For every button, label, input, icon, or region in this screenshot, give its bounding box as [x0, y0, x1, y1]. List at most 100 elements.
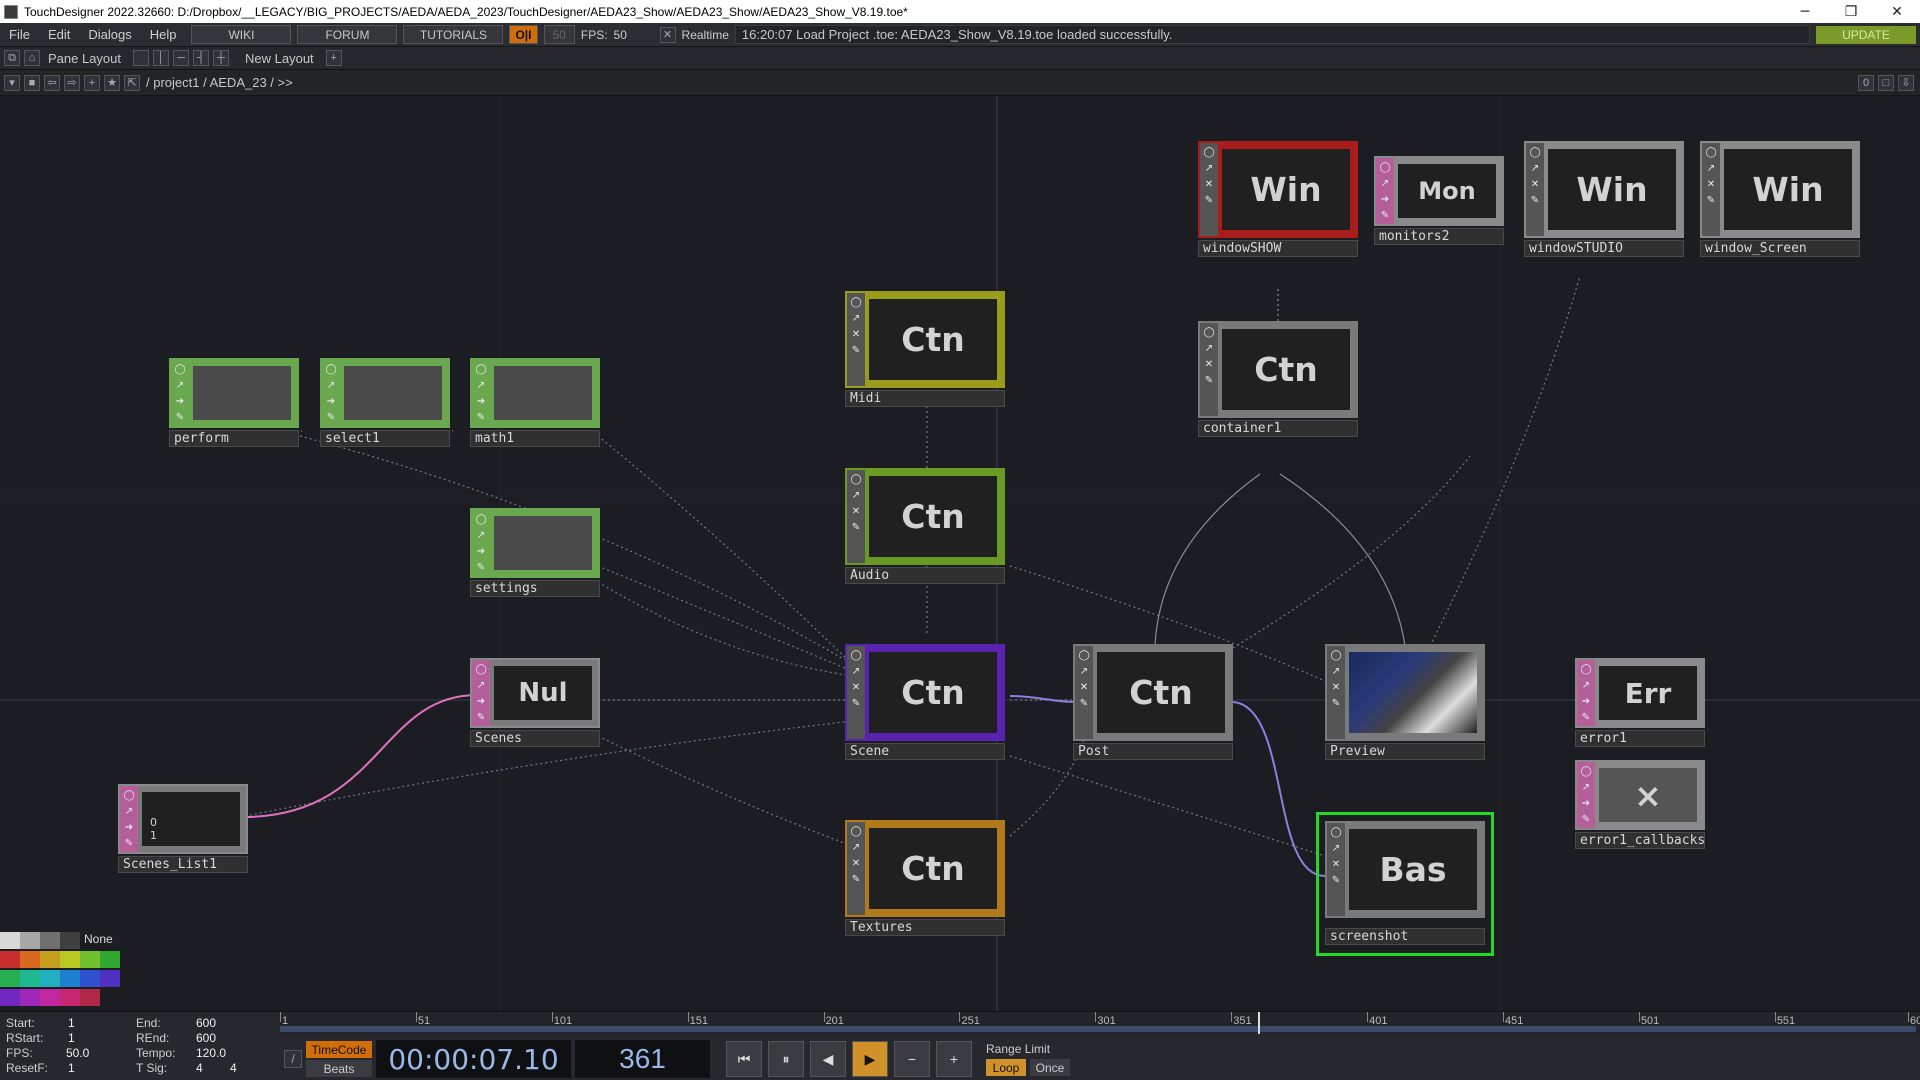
node-container1[interactable]: ◯ ↗ ✕ ✎ Ctn container1 [1198, 321, 1358, 437]
viewer-icon[interactable]: ◯ [851, 297, 862, 308]
pane-icon[interactable]: ⧉ [4, 50, 20, 66]
lock-icon[interactable]: ✎ [1380, 210, 1391, 221]
fps-value[interactable]: 50.0 [66, 1046, 89, 1060]
io-toggle[interactable]: O|I [509, 25, 538, 44]
new-layout-label[interactable]: New Layout [245, 51, 314, 66]
node-midi[interactable]: ◯ ↗ ✕ ✎ Ctn Midi [845, 291, 1005, 407]
swatch-green[interactable] [100, 951, 120, 968]
bypass-icon[interactable]: ↗ [1079, 666, 1090, 677]
bypass-icon[interactable]: ↗ [1380, 178, 1391, 189]
bypass-icon[interactable]: ↗ [851, 666, 862, 677]
edit-icon[interactable]: / [284, 1050, 302, 1068]
bypass-icon[interactable]: ↗ [1581, 680, 1592, 691]
node-monitors2[interactable]: ◯ ↗ ➔ ✎ Mon monitors2 [1374, 156, 1504, 246]
timecode-display[interactable]: 00:00:07.10 [376, 1040, 571, 1078]
layout-four-icon[interactable]: ┼ [213, 50, 230, 66]
forward-icon[interactable]: ⇨ [64, 74, 80, 91]
lock-icon[interactable]: ✎ [1204, 375, 1215, 386]
node-label[interactable]: settings [470, 580, 600, 597]
decrement-icon[interactable]: − [894, 1041, 930, 1077]
node-label[interactable]: Preview [1325, 743, 1485, 760]
viewer-icon[interactable]: ◯ [851, 474, 862, 485]
layout-three-icon[interactable]: ┤ [193, 50, 210, 66]
node-label[interactable]: select1 [320, 430, 450, 447]
export-icon[interactable]: ➔ [124, 822, 135, 833]
lock-icon[interactable]: ✎ [476, 412, 487, 423]
viewer-icon[interactable]: ◯ [851, 650, 862, 661]
lock-icon[interactable]: ✎ [1331, 698, 1342, 709]
back-icon[interactable]: ⇦ [44, 74, 60, 91]
pause-icon[interactable]: ⏸ [768, 1041, 804, 1077]
swatch-red[interactable] [0, 951, 20, 968]
lock-icon[interactable]: ✎ [851, 345, 862, 356]
close-icon[interactable]: ✕ [851, 329, 862, 340]
network-editor[interactable]: ◯ ↗ ➔ ✎ perform ◯ ↗ ➔ ✎ select1 ◯ ↗ ➔ ✎ math1 ◯ ↗ ➔… [0, 96, 1920, 1011]
close-icon[interactable]: ✕ [1874, 4, 1920, 20]
node-label[interactable]: math1 [470, 430, 600, 447]
bypass-icon[interactable]: ↗ [1331, 843, 1342, 854]
update-button[interactable]: UPDATE [1816, 25, 1916, 44]
close-icon[interactable]: ✕ [1706, 179, 1717, 190]
tutorials-button[interactable]: TUTORIALS [403, 25, 504, 44]
node-screenshot-selected[interactable]: ◯ ↗ ✕ ✎ Bas screenshot [1316, 812, 1494, 956]
play-icon[interactable]: ▶ [852, 1041, 888, 1077]
swatch-violet[interactable] [0, 989, 20, 1006]
timeline-ruler[interactable]: 151101151201251301351401451501551600 [280, 1012, 1920, 1034]
node-label[interactable]: Textures [845, 919, 1005, 936]
node-label[interactable]: monitors2 [1374, 228, 1504, 245]
swatch-rose[interactable] [80, 989, 100, 1006]
close-icon[interactable]: ✕ [1331, 859, 1342, 870]
node-label[interactable]: perform [169, 430, 299, 447]
bypass-icon[interactable]: ↗ [851, 842, 862, 853]
bypass-icon[interactable]: ↗ [1204, 343, 1215, 354]
swatch-light-gray[interactable] [0, 932, 20, 949]
export-icon[interactable]: ➔ [1380, 194, 1391, 205]
viewer-icon[interactable]: ◯ [1530, 147, 1541, 158]
swatch-purple[interactable] [20, 989, 40, 1006]
viewer-icon[interactable]: ◯ [326, 364, 337, 375]
node-settings[interactable]: ◯ ↗ ➔ ✎ settings [470, 508, 600, 598]
close-icon[interactable]: ✕ [1331, 682, 1342, 693]
node-label[interactable]: screenshot [1325, 928, 1485, 945]
viewer-icon[interactable]: ◯ [175, 364, 186, 375]
swatch-orange[interactable] [20, 951, 40, 968]
viewer-icon[interactable]: ◯ [476, 364, 487, 375]
node-select1[interactable]: ◯ ↗ ➔ ✎ select1 [320, 358, 450, 448]
export-icon[interactable]: ➔ [476, 546, 487, 557]
forum-button[interactable]: FORUM [297, 25, 398, 44]
viewer-icon[interactable]: ◯ [851, 826, 862, 837]
viewer-icon[interactable]: ◯ [476, 514, 487, 525]
bypass-icon[interactable]: ↗ [851, 490, 862, 501]
swatch-magenta[interactable] [40, 989, 60, 1006]
node-label[interactable]: Scenes_List1 [118, 856, 248, 873]
step-back-icon[interactable]: ◀ [810, 1041, 846, 1077]
menu-edit[interactable]: Edit [39, 27, 79, 42]
node-post[interactable]: ◯ ↗ ✕ ✎ Ctn Post [1073, 644, 1233, 760]
beats-toggle[interactable]: Beats [306, 1060, 372, 1077]
lock-icon[interactable]: ✎ [326, 412, 337, 423]
export-icon[interactable]: ➔ [1581, 696, 1592, 707]
frame-display[interactable]: 361 [575, 1040, 710, 1078]
viewer-icon[interactable]: ◯ [1581, 664, 1592, 675]
layout-split-h-icon[interactable]: ─ [173, 50, 190, 66]
bypass-icon[interactable]: ↗ [476, 530, 487, 541]
loop-toggle[interactable]: Loop [986, 1059, 1026, 1076]
swatch-blue[interactable] [80, 970, 100, 987]
export-icon[interactable]: ➔ [1581, 798, 1592, 809]
lock-icon[interactable]: ✎ [124, 838, 135, 849]
export-icon[interactable]: ➔ [175, 396, 186, 407]
resetf-value[interactable]: 1 [68, 1061, 75, 1075]
node-window-screen[interactable]: ◯ ↗ ✕ ✎ Win window_Screen [1700, 141, 1860, 271]
tempo-value[interactable]: 120.0 [196, 1046, 226, 1060]
lock-icon[interactable]: ✎ [851, 698, 862, 709]
viewer-icon[interactable]: ◯ [1204, 147, 1215, 158]
parent-icon[interactable]: ⇱ [124, 74, 140, 91]
increment-icon[interactable]: + [936, 1041, 972, 1077]
node-windowstudio[interactable]: ◯ ↗ ✕ ✎ Win windowSTUDIO [1524, 141, 1684, 271]
bypass-icon[interactable]: ↗ [175, 380, 186, 391]
playhead[interactable] [1258, 1012, 1261, 1034]
viewer-icon[interactable]: ◯ [1706, 147, 1717, 158]
home-icon[interactable]: ⌂ [24, 50, 40, 66]
viewer-icon[interactable]: ◯ [1581, 766, 1592, 777]
bypass-icon[interactable]: ↗ [1331, 666, 1342, 677]
